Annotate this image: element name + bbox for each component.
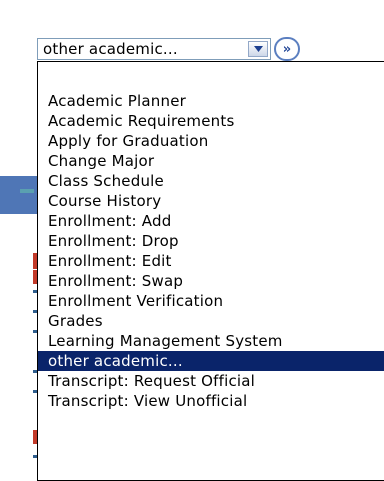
dropdown-option[interactable]: Enrollment: Edit [38,251,384,271]
background-triangle [20,189,34,193]
chevron-down-icon[interactable] [248,41,268,57]
dropdown-option[interactable]: Enrollment: Swap [38,271,384,291]
go-button[interactable]: » [274,37,300,61]
dropdown-option[interactable]: Academic Planner [38,91,384,111]
dropdown-option[interactable]: Transcript: Request Official [38,371,384,391]
dropdown-option[interactable]: Course History [38,191,384,211]
dropdown-option[interactable]: Grades [38,311,384,331]
dropdown-option[interactable]: Enrollment: Add [38,211,384,231]
select-current-value: other academic... [43,40,178,58]
double-chevron-right-icon: » [282,41,292,57]
chevron-down-icon-glyph [253,46,263,52]
dropdown-option[interactable]: Enrollment: Drop [38,231,384,251]
dropdown-option[interactable]: Apply for Graduation [38,131,384,151]
navigation-select[interactable]: other academic... [37,38,271,60]
dropdown-list[interactable]: Academic Planner Academic Requirements App… [37,61,384,481]
dropdown-option[interactable]: Transcript: View Unofficial [38,391,384,411]
dropdown-option[interactable]: Change Major [38,151,384,171]
dropdown-option[interactable]: Learning Management System [38,331,384,351]
dropdown-option[interactable]: other academic... [38,351,384,371]
dropdown-option[interactable]: Academic Requirements [38,111,384,131]
dropdown-option[interactable]: Class Schedule [38,171,384,191]
background-banner [0,176,37,214]
dropdown-option[interactable]: Enrollment Verification [38,291,384,311]
